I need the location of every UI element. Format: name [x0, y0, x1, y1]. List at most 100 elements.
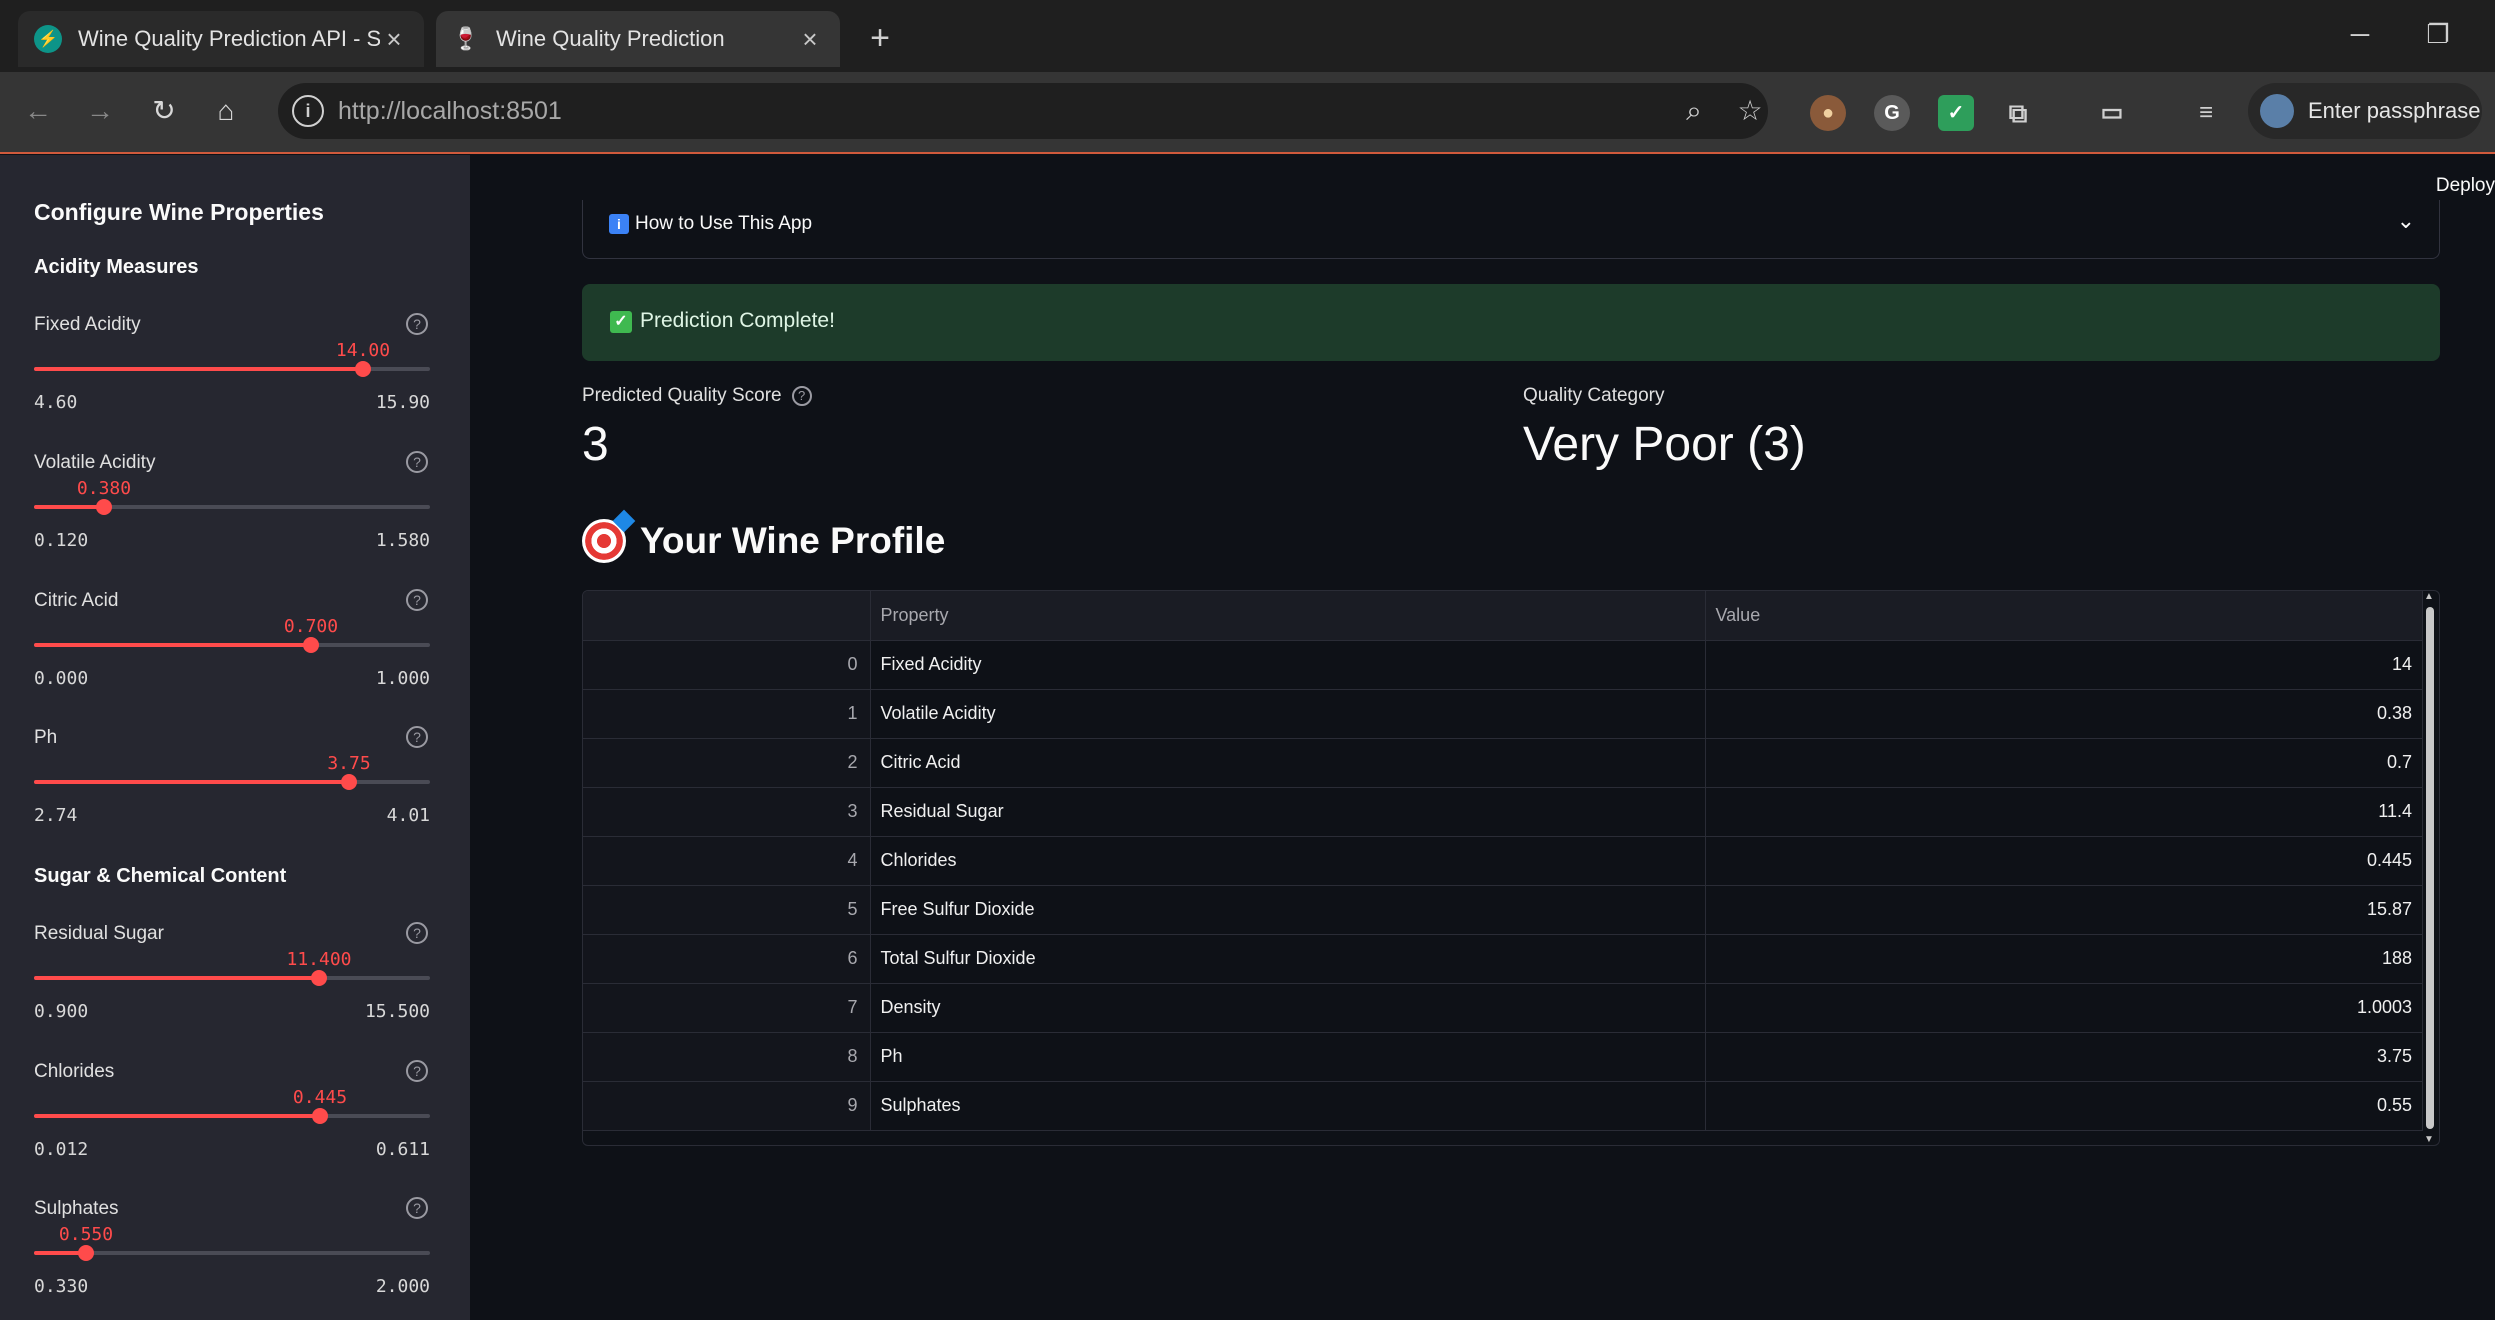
cell-value[interactable]: 0.445 — [1705, 836, 2423, 886]
help-icon[interactable]: ? — [406, 1197, 428, 1219]
table-scrollbar[interactable]: ▲ ▼ — [2423, 591, 2437, 1145]
slider-thumb[interactable] — [312, 1108, 328, 1124]
restore-icon[interactable]: ❐ — [2410, 10, 2466, 58]
row-index[interactable]: 0 — [583, 640, 871, 690]
table-row[interactable]: 3 Residual Sugar 11.4 — [583, 787, 2423, 837]
extension-cookie-icon[interactable]: ● — [1810, 95, 1846, 131]
cell-property[interactable]: Sulphates — [870, 1081, 1706, 1131]
slider-track[interactable] — [34, 1245, 430, 1261]
back-icon[interactable]: ← — [16, 89, 60, 133]
help-icon[interactable]: ? — [406, 589, 428, 611]
slider-track[interactable] — [34, 970, 430, 986]
home-icon[interactable]: ⌂ — [204, 89, 248, 133]
cell-value[interactable]: 0.7 — [1705, 738, 2423, 788]
table-row[interactable]: 5 Free Sulfur Dioxide 15.87 — [583, 885, 2423, 935]
extension-grammarly-icon[interactable]: G — [1874, 95, 1910, 131]
tab-wine-app[interactable]: 🍷 Wine Quality Prediction × — [436, 11, 840, 67]
row-index[interactable]: 5 — [583, 885, 871, 935]
new-tab-button[interactable]: + — [860, 18, 900, 58]
reload-icon[interactable]: ↻ — [142, 89, 186, 133]
row-index[interactable]: 8 — [583, 1032, 871, 1082]
column-header-index[interactable] — [583, 591, 871, 641]
help-icon[interactable]: ? — [406, 451, 428, 473]
cell-property[interactable]: Ph — [870, 1032, 1706, 1082]
cell-value[interactable]: 0.38 — [1705, 689, 2423, 739]
slider-thumb[interactable] — [355, 361, 371, 377]
row-index[interactable]: 6 — [583, 934, 871, 984]
slider-fixed-acidity[interactable]: Fixed Acidity ? 14.00 4.60 15.90 — [34, 313, 430, 444]
media-controls-icon[interactable]: ≡ — [2188, 95, 2224, 131]
cell-value[interactable]: 3.75 — [1705, 1032, 2423, 1082]
row-index[interactable]: 7 — [583, 983, 871, 1033]
row-index[interactable]: 2 — [583, 738, 871, 788]
scrollbar-thumb[interactable] — [2426, 607, 2434, 1129]
scroll-down-icon[interactable]: ▼ — [2424, 1134, 2434, 1145]
slider-chlorides[interactable]: Chlorides ? 0.445 0.012 0.611 — [34, 1060, 430, 1191]
profile-button[interactable]: Enter passphrase — [2248, 83, 2482, 139]
table-row[interactable]: 4 Chlorides 0.445 — [583, 836, 2423, 886]
cell-value[interactable]: 1.0003 — [1705, 983, 2423, 1033]
table-row[interactable]: 2 Citric Acid 0.7 — [583, 738, 2423, 788]
slider-residual-sugar[interactable]: Residual Sugar ? 11.400 0.900 15.500 — [34, 922, 430, 1053]
slider-thumb[interactable] — [341, 774, 357, 790]
deploy-button[interactable]: Deploy — [2436, 175, 2495, 197]
site-info-icon[interactable]: i — [292, 95, 324, 127]
slider-track[interactable] — [34, 361, 430, 377]
help-icon[interactable]: ? — [406, 726, 428, 748]
chevron-down-icon[interactable]: ⌄ — [2397, 208, 2415, 234]
cell-property[interactable]: Total Sulfur Dioxide — [870, 934, 1706, 984]
column-header-value[interactable]: Value — [1705, 591, 2423, 641]
slider-track[interactable] — [34, 774, 430, 790]
cell-property[interactable]: Density — [870, 983, 1706, 1033]
wine-profile-table[interactable]: Property Value 0 Fixed Acidity 14 1 Volatile… — [582, 590, 2440, 1146]
slider-track[interactable] — [34, 637, 430, 653]
table-row[interactable]: 8 Ph 3.75 — [583, 1032, 2423, 1082]
zoom-icon[interactable]: ⌕ — [1676, 93, 1712, 129]
table-row[interactable]: 7 Density 1.0003 — [583, 983, 2423, 1033]
cell-value[interactable]: 15.87 — [1705, 885, 2423, 935]
cell-value[interactable]: 188 — [1705, 934, 2423, 984]
close-icon[interactable]: × — [380, 24, 408, 55]
tab-api-docs[interactable]: ⚡ Wine Quality Prediction API - Sw × — [18, 11, 424, 67]
slider-volatile-acidity[interactable]: Volatile Acidity ? 0.380 0.120 1.580 — [34, 451, 430, 582]
cell-property[interactable]: Citric Acid — [870, 738, 1706, 788]
minimize-icon[interactable]: ─ — [2332, 10, 2388, 58]
cell-value[interactable]: 11.4 — [1705, 787, 2423, 837]
cell-value[interactable]: 14 — [1705, 640, 2423, 690]
how-to-use-expander[interactable]: i How to Use This App ⌄ — [582, 200, 2440, 259]
forward-icon[interactable]: → — [78, 89, 122, 133]
row-index[interactable]: 1 — [583, 689, 871, 739]
extensions-puzzle-icon[interactable]: ⧉ — [2000, 95, 2036, 131]
row-index[interactable]: 4 — [583, 836, 871, 886]
row-index[interactable]: 9 — [583, 1081, 871, 1131]
slider-citric-acid[interactable]: Citric Acid ? 0.700 0.000 1.000 — [34, 589, 430, 720]
cell-property[interactable]: Free Sulfur Dioxide — [870, 885, 1706, 935]
row-index[interactable]: 3 — [583, 787, 871, 837]
scroll-up-icon[interactable]: ▲ — [2424, 591, 2434, 602]
screen-search-icon[interactable]: ▭ — [2094, 95, 2130, 131]
help-icon[interactable]: ? — [406, 922, 428, 944]
help-icon[interactable]: ? — [406, 313, 428, 335]
table-row[interactable]: 6 Total Sulfur Dioxide 188 — [583, 934, 2423, 984]
help-icon[interactable]: ? — [406, 1060, 428, 1082]
cell-property[interactable]: Residual Sugar — [870, 787, 1706, 837]
slider-ph[interactable]: Ph ? 3.75 2.74 4.01 — [34, 726, 430, 857]
slider-sulphates[interactable]: Sulphates ? 0.550 0.330 2.000 — [34, 1197, 430, 1320]
slider-thumb[interactable] — [311, 970, 327, 986]
slider-track[interactable] — [34, 499, 430, 515]
close-icon[interactable]: × — [796, 24, 824, 55]
slider-track[interactable] — [34, 1108, 430, 1124]
extension-shield-icon[interactable]: ✓ — [1938, 95, 1974, 131]
cell-property[interactable]: Fixed Acidity — [870, 640, 1706, 690]
cell-property[interactable]: Volatile Acidity — [870, 689, 1706, 739]
cell-value[interactable]: 0.55 — [1705, 1081, 2423, 1131]
table-row[interactable]: 9 Sulphates 0.55 — [583, 1081, 2423, 1131]
help-icon[interactable]: ? — [791, 386, 812, 406]
bookmark-star-icon[interactable]: ☆ — [1732, 93, 1768, 129]
slider-thumb[interactable] — [303, 637, 319, 653]
table-row[interactable]: 0 Fixed Acidity 14 — [583, 640, 2423, 690]
slider-thumb[interactable] — [96, 499, 112, 515]
address-bar[interactable]: i http://localhost:8501 ⌕ ☆ — [278, 83, 1768, 139]
table-row[interactable]: 1 Volatile Acidity 0.38 — [583, 689, 2423, 739]
url-text[interactable]: http://localhost:8501 — [338, 97, 562, 126]
